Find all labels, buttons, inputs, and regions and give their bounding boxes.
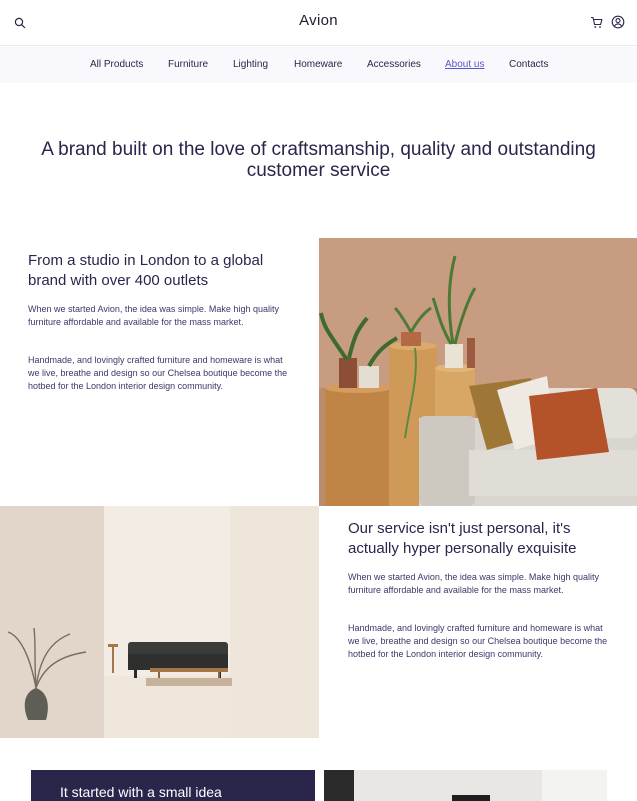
section-paragraph: When we started Avion, the idea was simp… [28, 304, 279, 327]
section-paragraph: Handmade, and lovingly crafted furniture… [28, 355, 288, 391]
nav-item-all-products[interactable]: All Products [90, 59, 143, 70]
cart-icon[interactable] [590, 16, 603, 29]
category-nav: All Products Furniture Lighting Homeware… [0, 47, 637, 83]
hero-title: A brand built on the love of craftsmansh… [41, 139, 596, 181]
living-room-sofa-photo [319, 238, 637, 506]
nav-item-contacts[interactable]: Contacts [509, 59, 548, 70]
nav-item-accessories[interactable]: Accessories [367, 59, 421, 70]
nav-item-about-us[interactable]: About us [445, 59, 484, 70]
brand-logo[interactable]: Avion [0, 12, 637, 29]
small-idea-heading: It started with a small idea [60, 784, 222, 800]
section-paragraph: When we started Avion, the idea was simp… [348, 572, 599, 595]
workspace-photo [324, 770, 607, 801]
nav-item-furniture[interactable]: Furniture [168, 59, 208, 70]
nav-item-lighting[interactable]: Lighting [233, 59, 268, 70]
site-header: Avion [0, 0, 637, 46]
small-idea-card: It started with a small idea [31, 770, 315, 801]
minimal-interior-photo [0, 506, 319, 738]
section-heading-studio: From a studio in London to a global bran… [28, 252, 264, 289]
section-paragraph: Handmade, and lovingly crafted furniture… [348, 623, 608, 659]
nav-item-homeware[interactable]: Homeware [294, 59, 342, 70]
user-icon[interactable] [611, 15, 625, 29]
section-heading-service: Our service isn't just personal, it's ac… [348, 520, 577, 557]
